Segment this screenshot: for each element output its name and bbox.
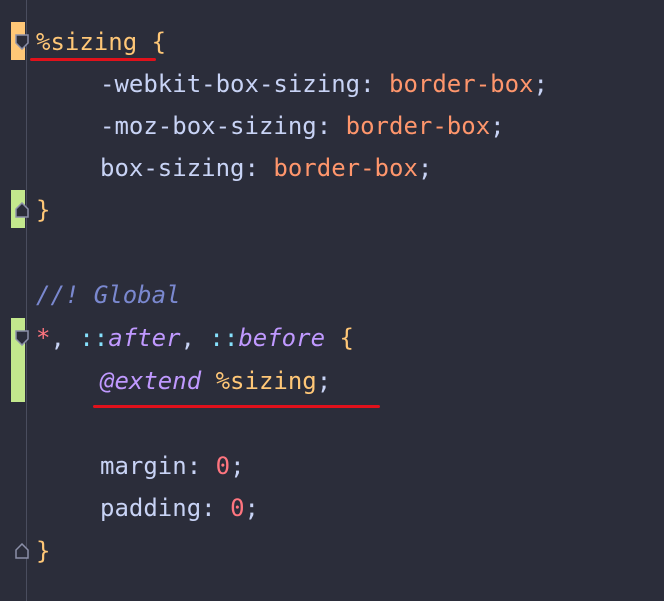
code-line-2[interactable]: -webkit-box-sizing: border-box; — [36, 64, 548, 104]
property-name: padding — [100, 494, 202, 522]
colon: : — [186, 452, 216, 480]
code-line-4[interactable]: box-sizing: border-box; — [36, 148, 432, 188]
semicolon: ; — [316, 367, 332, 395]
semicolon: ; — [230, 452, 245, 480]
comma: , — [180, 324, 210, 352]
semicolon: ; — [417, 154, 433, 182]
colon: : — [244, 154, 274, 182]
code-line-5[interactable]: } — [36, 190, 50, 230]
property-name: margin — [100, 452, 187, 480]
semicolon: ; — [244, 494, 259, 522]
pseudo-colons: :: — [79, 324, 109, 352]
colon: : — [316, 112, 346, 140]
property-name: -moz-box-sizing — [100, 112, 317, 140]
close-brace: } — [36, 196, 51, 224]
property-value: border-box — [273, 154, 418, 182]
at-rule-extend: @extend — [100, 367, 202, 395]
semicolon: ; — [490, 112, 505, 140]
pseudo-colons: :: — [209, 324, 239, 352]
colon: : — [201, 494, 231, 522]
fold-end-icon[interactable] — [15, 543, 29, 559]
property-value: 0 — [230, 494, 245, 522]
open-brace: { — [137, 28, 167, 56]
close-brace: } — [36, 537, 51, 565]
universal-selector: * — [36, 324, 51, 352]
fold-collapse-icon[interactable] — [15, 330, 29, 346]
code-line-11[interactable]: margin: 0; — [36, 446, 245, 486]
annotation-underline — [93, 405, 380, 408]
property-name: -webkit-box-sizing — [100, 70, 361, 98]
placeholder-selector: %sizing — [36, 28, 138, 56]
gutter-divider — [26, 0, 27, 601]
annotation-underline — [30, 58, 156, 61]
fold-end-icon[interactable] — [15, 202, 29, 218]
property-name: box-sizing — [100, 154, 245, 182]
comma: , — [50, 324, 80, 352]
semicolon: ; — [533, 70, 548, 98]
code-line-1[interactable]: %sizing { — [36, 22, 166, 62]
code-line-8[interactable]: *, ::after, ::before { — [36, 318, 354, 358]
comment: //! Global — [36, 281, 181, 309]
code-line-7[interactable]: //! Global — [36, 275, 181, 315]
pseudo-after: after — [108, 324, 181, 352]
placeholder-reference: %sizing — [215, 367, 317, 395]
fold-collapse-icon[interactable] — [15, 34, 29, 50]
code-line-9[interactable]: @extend %sizing; — [36, 361, 331, 401]
property-value: border-box — [389, 70, 534, 98]
code-line-13[interactable]: } — [36, 531, 50, 571]
code-line-12[interactable]: padding: 0; — [36, 488, 259, 528]
colon: : — [360, 70, 389, 98]
pseudo-before: before — [238, 324, 326, 352]
code-line-3[interactable]: -moz-box-sizing: border-box; — [36, 106, 505, 146]
property-value: 0 — [215, 452, 231, 480]
open-brace: { — [325, 324, 354, 352]
property-value: border-box — [345, 112, 491, 140]
